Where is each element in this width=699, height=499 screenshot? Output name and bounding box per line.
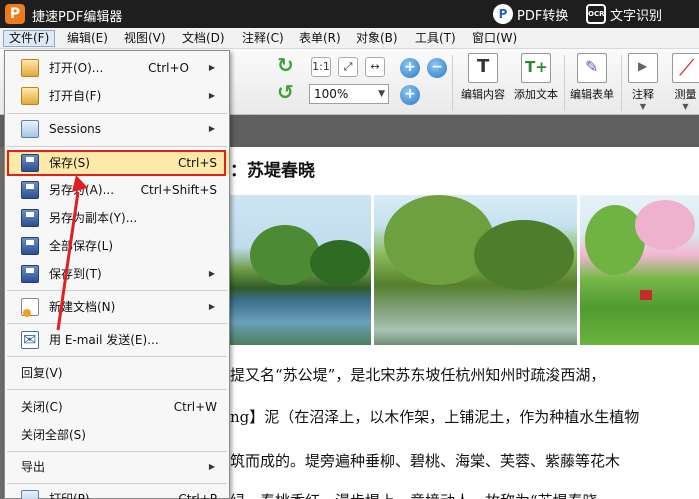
annotation-arrow-icon bbox=[56, 175, 88, 331]
annotation-arrowhead bbox=[72, 175, 88, 192]
